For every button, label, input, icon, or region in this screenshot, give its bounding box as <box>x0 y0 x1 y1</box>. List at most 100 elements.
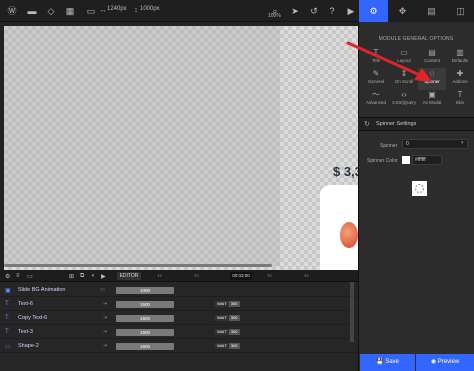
width-value[interactable]: 1240px <box>107 6 127 12</box>
option-label: Skin <box>455 100 465 105</box>
top-toolbar: Ⓦ ▬ ◇ ▦ ▭ ↔ 1240px ↕ 1000px ⌕ 100% ➤ ↺ ?… <box>0 0 358 22</box>
timeline-row[interactable]: ▭ Shape-2 ⇥ 1500 WAIT 300 <box>0 340 358 353</box>
spinner-preview <box>412 181 427 196</box>
canvas-scrollbar[interactable] <box>4 264 272 267</box>
layer-name: Text-3 <box>18 329 33 335</box>
spinner-color-label: Spinner Color <box>367 158 398 164</box>
folder-icon[interactable]: ▭ <box>27 273 33 280</box>
wait-badge[interactable]: WAIT 300 <box>215 329 240 335</box>
height-value[interactable]: 1000px <box>140 6 160 12</box>
desktop-icon[interactable]: ▭ <box>85 5 97 17</box>
save-label: Save <box>385 359 399 365</box>
layers-icon[interactable]: ◇ <box>45 5 57 17</box>
slide-bg-icon: ▣ <box>5 288 11 294</box>
option-advanced[interactable]: 〜 Advanced <box>362 89 390 111</box>
grid-small-icon[interactable]: ⊞ <box>69 273 74 280</box>
text-layer-icon: T <box>5 329 9 335</box>
slides-icon[interactable]: ▬ <box>26 5 38 17</box>
spinner-color-input[interactable]: #ffffff <box>412 155 442 165</box>
code-icon: ‹› <box>401 90 407 99</box>
slides-panel-icon[interactable]: ▤ <box>417 0 446 22</box>
option-label: Advanced <box>365 100 386 105</box>
time-tick: 1s <box>157 273 162 278</box>
layer-name: Text-6 <box>18 301 33 307</box>
option-as-modal[interactable]: ▣ As Modal <box>418 89 446 111</box>
preview-button[interactable]: ◉ Preview <box>416 354 474 371</box>
time-readout[interactable]: 00:03:00 <box>230 272 252 280</box>
timeline-row[interactable]: T Text-6 ⇥ 1500 WAIT 300 <box>0 298 358 311</box>
option-defaults[interactable]: ▥ Defaults <box>446 47 474 69</box>
spinner-select[interactable]: 0 <box>402 139 468 149</box>
refresh-icon: ↻ <box>364 121 370 128</box>
timeline-play-icon[interactable]: ▶ <box>101 273 106 280</box>
wait-badge[interactable]: WAIT 300 <box>215 315 240 321</box>
editor-window: { "toolbar": { "width_label": "1240px", … <box>0 0 474 371</box>
expand-icon[interactable]: ⇥ <box>103 343 107 349</box>
copy-icon[interactable]: ⧉ <box>80 273 84 280</box>
navigation-icon[interactable]: ✥ <box>388 0 417 22</box>
preview-eye-icon: ◉ <box>430 359 438 365</box>
preview-label: Preview <box>437 359 460 365</box>
option-label: CSS/jQuery <box>392 100 416 105</box>
undo-icon[interactable]: ↺ <box>308 5 320 17</box>
text-layer-icon: T <box>5 315 9 321</box>
option-label: Addons <box>452 79 468 84</box>
save-icon: 💾 <box>376 359 386 365</box>
layer-bar[interactable]: 1000 <box>116 287 174 294</box>
settings-icon[interactable]: ⚙ <box>5 273 10 280</box>
wait-label: WAIT <box>215 315 229 321</box>
spinner-settings-title: Spinner Settings <box>376 121 417 127</box>
timeline-row[interactable]: T Copy Text-6 ⇥ 1500 WAIT 300 <box>0 312 358 325</box>
layer-bar[interactable]: 1500 <box>116 329 174 336</box>
layer-bar[interactable]: 1500 <box>116 301 174 308</box>
layer-name: Copy Text-6 <box>18 315 48 321</box>
chart-line-icon: 〜 <box>372 90 380 99</box>
option-label: Defaults <box>451 58 469 63</box>
option-css-jquery[interactable]: ‹› CSS/jQuery <box>390 89 418 111</box>
timeline-scrollbar[interactable] <box>350 282 354 342</box>
grid-icon[interactable]: ▦ <box>64 5 76 17</box>
list-icon[interactable]: ≡ <box>16 273 20 279</box>
wait-value: 300 <box>228 315 240 321</box>
color-swatch[interactable] <box>402 156 410 164</box>
zoom-value: 100% <box>268 13 281 19</box>
play-icon[interactable]: ▶ <box>345 5 357 17</box>
option-skin[interactable]: T Skin <box>446 89 474 111</box>
wait-badge[interactable]: WAIT 300 <box>215 301 240 307</box>
wait-value: 300 <box>228 343 240 349</box>
wordpress-icon[interactable]: Ⓦ <box>6 5 18 17</box>
wait-label: WAIT <box>215 343 229 349</box>
defaults-icon: ▥ <box>456 48 464 57</box>
layer-name: Shape-2 <box>18 343 39 349</box>
layer-bar[interactable]: 1500 <box>116 343 174 350</box>
puzzle-icon: ✚ <box>456 69 464 78</box>
annotation-arrow <box>346 41 432 82</box>
expand-icon[interactable]: ⇥ <box>103 329 107 335</box>
option-addons[interactable]: ✚ Addons <box>446 68 474 90</box>
text-layer-icon: T <box>5 301 9 307</box>
time-tick: 4s <box>304 273 309 278</box>
timeline-row[interactable]: ▣ Slide BG Animation ▭ 1000 <box>0 284 358 297</box>
timeline-header: ⚙ ≡ ▭ ⊞ ⧉ ◖ ▶ EDITOR 1s 2s 00:03:00 3s 4… <box>0 270 358 282</box>
cursor-icon[interactable]: ➤ <box>289 5 301 17</box>
chevron-down-icon: ▾ <box>461 140 464 146</box>
wait-badge[interactable]: WAIT 300 <box>215 343 240 349</box>
spinner-preview-icon <box>414 183 425 194</box>
audio-icon[interactable]: ◖ <box>91 273 95 279</box>
wait-label: WAIT <box>215 301 229 307</box>
save-button[interactable]: 💾 Save <box>360 354 415 371</box>
timeline-row[interactable]: T Text-3 ⇥ 1500 WAIT 300 <box>0 326 358 339</box>
expand-icon[interactable]: ⇥ <box>103 301 107 307</box>
option-label: As Modal <box>422 100 442 105</box>
shape-layer-icon: ▭ <box>5 344 11 350</box>
layer-bar[interactable]: 1500 <box>116 315 174 322</box>
module-settings-gear-icon[interactable]: ⚙ <box>359 0 388 22</box>
wait-value: 300 <box>228 301 240 307</box>
layers-panel-icon[interactable]: ◫ <box>446 0 474 22</box>
wait-label: WAIT <box>215 329 229 335</box>
help-icon[interactable]: ? <box>326 5 338 17</box>
layer-options-icon[interactable]: ▭ <box>100 287 105 293</box>
layer-name: Slide BG Animation <box>18 287 66 293</box>
expand-icon[interactable]: ⇥ <box>103 315 107 321</box>
editor-tab[interactable]: EDITOR <box>117 272 141 280</box>
